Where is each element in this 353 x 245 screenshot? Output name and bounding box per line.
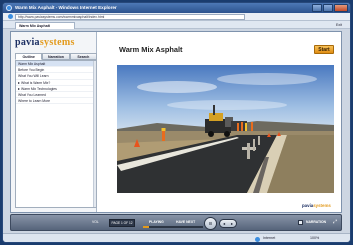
- playback-status: PLAYING: [149, 220, 164, 224]
- playback-controls: VOL PAGE 1 OF 12 PLAYING HAVE NEXT II ◄ …: [10, 214, 342, 231]
- browser-tab[interactable]: Warm Mix Asphalt: [15, 22, 75, 29]
- tab-bar: Warm Mix Asphalt Exit: [3, 21, 350, 29]
- outline-list: Warm Mix Asphalt Before You Begin What Y…: [15, 60, 97, 208]
- tab-outline[interactable]: Outline: [15, 53, 43, 60]
- address-input[interactable]: http://www.paviasystems.com/warmmixaspha…: [15, 14, 245, 20]
- page-indicator: PAGE 1 OF 12: [109, 219, 135, 227]
- exit-link[interactable]: Exit: [336, 22, 342, 28]
- narration-button[interactable]: NARRATION: [306, 220, 326, 224]
- page-icon: [8, 14, 13, 19]
- prev-slide-button[interactable]: ◄: [222, 222, 226, 226]
- ie-icon: [6, 5, 12, 11]
- tab-narration[interactable]: Narration: [42, 53, 70, 60]
- paving-crew-photo: [117, 65, 334, 193]
- tab-search[interactable]: Search: [69, 53, 97, 60]
- volume-button[interactable]: VOL: [92, 220, 99, 224]
- fullscreen-icon[interactable]: ⤢: [333, 219, 337, 225]
- security-zone: Internet: [263, 236, 276, 240]
- next-status: HAVE NEXT: [176, 220, 196, 224]
- expand-icon[interactable]: [18, 87, 20, 90]
- slide-title: Warm Mix Asphalt: [119, 45, 183, 54]
- course-player: paviasystems Outline Narration Search Wa…: [10, 31, 342, 213]
- maximize-button[interactable]: [323, 4, 333, 12]
- sidebar-tabs: Outline Narration Search: [15, 53, 97, 60]
- globe-icon: [255, 237, 260, 242]
- outline-scrollbar[interactable]: [93, 61, 96, 207]
- slide-area: Warm Mix Asphalt Start paviasystems: [97, 32, 343, 212]
- window-title: Warm Mix Asphalt - Windows Internet Expl…: [15, 5, 117, 10]
- minimize-button[interactable]: [312, 4, 322, 12]
- zoom-level[interactable]: 100%: [310, 236, 319, 240]
- pavia-logo: paviasystems: [15, 37, 75, 48]
- outline-item[interactable]: Where to Learn More: [16, 98, 96, 105]
- status-bar: Internet 100%: [3, 233, 350, 242]
- footer-logo: paviasystems: [302, 203, 331, 208]
- next-slide-button[interactable]: ►: [230, 222, 234, 226]
- progress-bar[interactable]: [143, 226, 203, 228]
- narration-icon[interactable]: [298, 220, 303, 225]
- start-button[interactable]: Start: [314, 45, 334, 54]
- sidebar: paviasystems Outline Narration Search Wa…: [11, 32, 97, 212]
- paving-photo-illustration: [117, 65, 334, 193]
- progress-fill: [143, 226, 149, 228]
- title-bar: Warm Mix Asphalt - Windows Internet Expl…: [3, 3, 350, 13]
- expand-icon[interactable]: [18, 81, 20, 84]
- close-button[interactable]: [334, 4, 348, 12]
- address-bar: http://www.paviasystems.com/warmmixaspha…: [3, 13, 350, 21]
- slide-nav: ◄ ►: [219, 219, 237, 228]
- browser-window: Warm Mix Asphalt - Windows Internet Expl…: [2, 2, 351, 243]
- pause-button[interactable]: II: [204, 217, 217, 230]
